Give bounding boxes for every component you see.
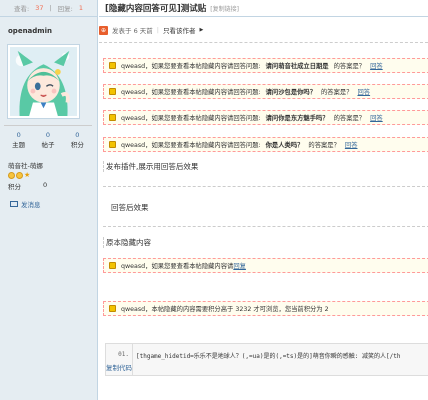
section-divider bbox=[103, 226, 428, 227]
meta-divider-line bbox=[99, 42, 428, 43]
replies-count: 1 bbox=[78, 4, 84, 12]
stat-posts-label: 帖子 bbox=[41, 141, 55, 149]
play-arrow-icon: ▶ bbox=[199, 27, 204, 33]
score-hidden-text: qweasd，本帖隐藏的内容需要积分高于 3232 才可浏览，您当前积分为 2 bbox=[121, 306, 329, 313]
post-main: [隐藏内容回答可见]测试贴 [复制链接] ⊕ 发表于 6 天前 | 只看该作者 … bbox=[99, 0, 428, 400]
post-meta: ⊕ 发表于 6 天前 | 只看该作者 ▶ bbox=[99, 25, 203, 35]
lock-icon bbox=[109, 305, 116, 312]
thread-title-bar: [隐藏内容回答可见]测试贴 [复制链接] bbox=[99, 0, 428, 17]
answer-link[interactable]: 回答 bbox=[345, 140, 358, 149]
answer-link[interactable]: 回答 bbox=[357, 87, 370, 96]
credit-label: 积分 bbox=[8, 183, 21, 191]
reply-hidden-text: qweasd，如果您要查看本帖隐藏内容请 bbox=[121, 263, 234, 270]
send-message-link[interactable]: 发消息 bbox=[10, 199, 97, 209]
code-block: 01. [thgame_hidetid=乐乐不是地球人？(,=ua)是的(,=t… bbox=[105, 343, 428, 376]
hidden-question: 你是人类吗？ bbox=[265, 142, 304, 149]
stat-posts-value[interactable]: 0 bbox=[33, 131, 62, 139]
replies-label: 回复: bbox=[57, 5, 73, 13]
score-hidden-block: qweasd，本帖隐藏的内容需要积分高于 3232 才可浏览，您当前积分为 2 bbox=[103, 301, 428, 316]
credit-value: 0 bbox=[43, 181, 48, 189]
hidden-question-block: qweasd，如果您要查看本帖隐藏内容请回答问题: 请问沙包是你吗？ 的答案是？… bbox=[103, 84, 428, 99]
lock-icon bbox=[109, 114, 116, 121]
mail-icon bbox=[10, 201, 18, 207]
views-label: 查看: bbox=[13, 5, 30, 13]
hidden-suffix: 的答案是？ bbox=[321, 89, 353, 96]
stat-threads-value[interactable]: 0 bbox=[4, 131, 33, 139]
avatar[interactable] bbox=[7, 44, 80, 119]
hidden-prefix: qweasd，如果您要查看本帖隐藏内容请回答问题: bbox=[121, 115, 261, 122]
answer-link[interactable]: 回答 bbox=[370, 113, 383, 122]
star-icon: ★ bbox=[24, 171, 31, 179]
hidden-prefix: qweasd，如果您要查看本帖隐藏内容请回答问题: bbox=[121, 63, 261, 70]
hidden-question: 请问沙包是你吗？ bbox=[265, 89, 316, 96]
author-only-link[interactable]: 只看该作者 bbox=[163, 25, 196, 35]
lock-icon bbox=[109, 88, 116, 95]
sun-icon bbox=[8, 172, 15, 179]
reply-link[interactable]: 回复 bbox=[233, 261, 246, 270]
original-section-label: 原本隐藏内容 bbox=[103, 237, 151, 248]
author-username[interactable]: openadmin bbox=[0, 17, 97, 35]
thread-title: [隐藏内容回答可见]测试贴 bbox=[105, 4, 207, 14]
online-icon: ⊕ bbox=[99, 25, 108, 35]
hidden-question-block: qweasd，如果您要查看本帖隐藏内容请回答问题: 请问你是东方魅手吗？ 的答案… bbox=[103, 110, 428, 125]
author-sidebar: 查看: 37 | 回复: 1 openadmin 0 主题 0 帖子 0 积分 … bbox=[0, 0, 98, 400]
author-stats: 0 主题 0 帖子 0 积分 bbox=[4, 125, 92, 149]
send-message-label: 发消息 bbox=[21, 201, 41, 209]
stat-credits[interactable]: 0 积分 bbox=[63, 131, 92, 149]
hidden-suffix: 的答案是？ bbox=[333, 115, 366, 122]
hidden-question: 请问萌音社成立日期是 bbox=[265, 63, 329, 70]
credit-row: 积分 0 bbox=[8, 181, 97, 191]
meta-divider: | bbox=[156, 26, 159, 34]
hidden-suffix: 的答案是？ bbox=[308, 142, 340, 149]
sun-icon bbox=[16, 172, 23, 179]
lock-icon bbox=[109, 62, 116, 69]
hidden-question-block: qweasd，如果您要查看本帖隐藏内容请回答问题: 请问萌音社成立日期是 的答案… bbox=[103, 58, 428, 73]
stat-credits-value[interactable]: 0 bbox=[63, 131, 92, 139]
plugin-section-label: 发布插件,展示用回答后效果 bbox=[103, 161, 198, 172]
code-text[interactable]: [thgame_hidetid=乐乐不是地球人？(,=ua)是的(,=ts)是的… bbox=[136, 351, 400, 360]
copy-link-button[interactable]: [复制链接] bbox=[210, 4, 239, 13]
user-group[interactable]: 萌音社-萌娜 bbox=[8, 160, 97, 170]
stat-threads-label: 主题 bbox=[12, 141, 26, 149]
avatar-image bbox=[10, 47, 77, 116]
stat-credits-label: 积分 bbox=[70, 141, 84, 149]
hidden-question-block: qweasd，如果您要查看本帖隐藏内容请回答问题: 你是人类吗？ 的答案是？ 回… bbox=[103, 137, 428, 152]
stat-posts[interactable]: 0 帖子 bbox=[33, 131, 62, 149]
reply-hidden-block: qweasd，如果您要查看本帖隐藏内容请 回复 bbox=[103, 258, 428, 273]
answer-link[interactable]: 回答 bbox=[370, 61, 383, 70]
rank-stars: ★ bbox=[8, 172, 97, 179]
copy-code-button[interactable]: 复制代码 bbox=[106, 362, 132, 372]
hidden-prefix: qweasd，如果您要查看本帖隐藏内容请回答问题: bbox=[121, 89, 261, 96]
lock-icon bbox=[109, 141, 116, 148]
section-divider bbox=[103, 186, 428, 187]
stat-threads[interactable]: 0 主题 bbox=[4, 131, 33, 149]
thread-stats-bar: 查看: 37 | 回复: 1 bbox=[0, 0, 97, 17]
hidden-question: 请问你是东方魅手吗？ bbox=[265, 115, 329, 122]
post-time: 发表于 6 天前 bbox=[112, 27, 153, 35]
hidden-prefix: qweasd，如果您要查看本帖隐藏内容请回答问题: bbox=[121, 142, 261, 149]
answered-content: 回答后效果 bbox=[111, 203, 149, 212]
views-count: 37 bbox=[35, 4, 44, 12]
hidden-suffix: 的答案是？ bbox=[333, 63, 366, 70]
stats-divider: | bbox=[49, 4, 52, 12]
lock-icon bbox=[109, 262, 116, 269]
